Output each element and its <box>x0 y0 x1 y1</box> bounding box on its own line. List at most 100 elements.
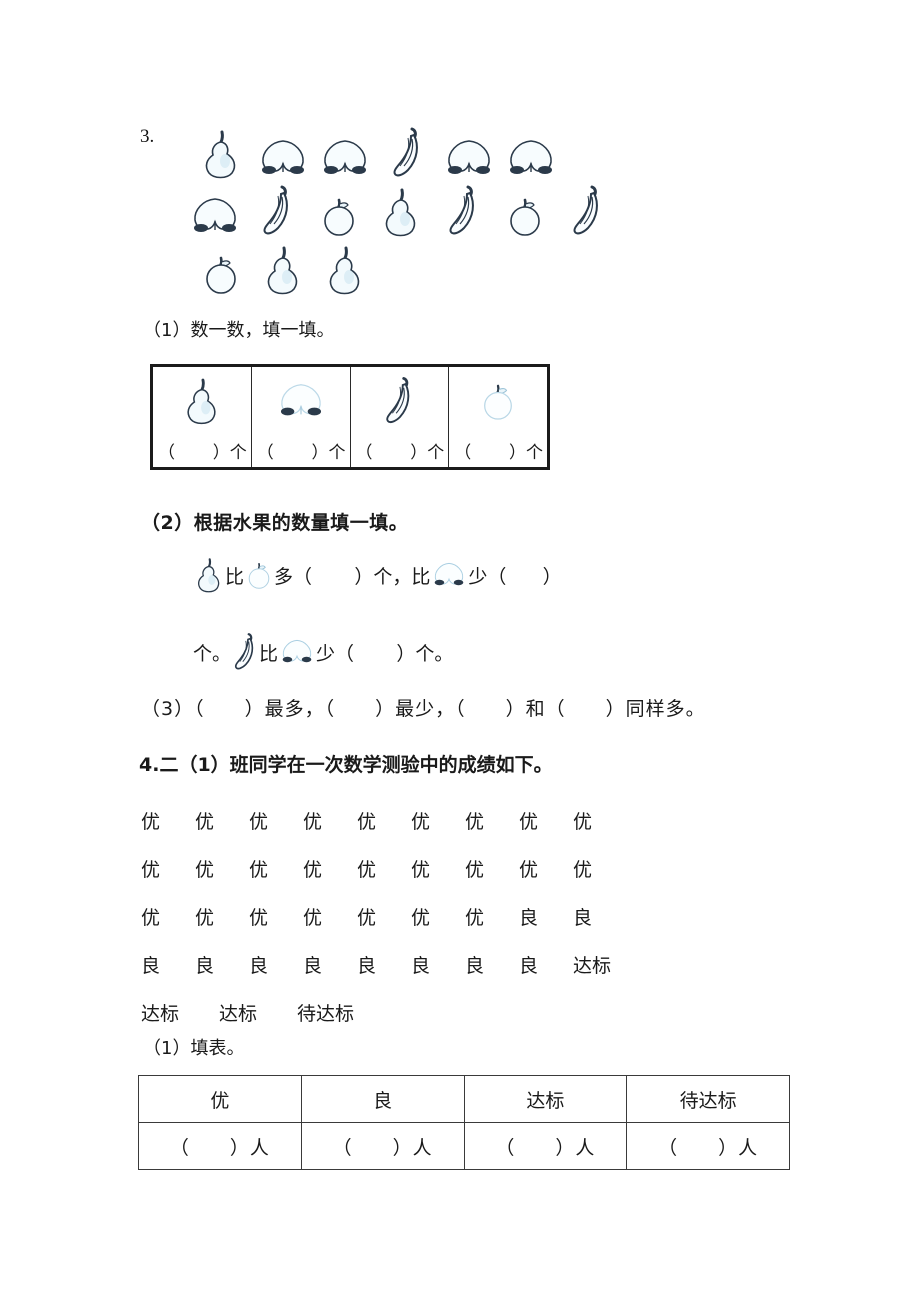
answer-blank[interactable]: （ ）个 <box>454 438 543 463</box>
blank-close-unit: ）个 <box>410 443 445 463</box>
grade-item: 优 <box>249 858 269 881</box>
grade-item: 优 <box>411 906 431 929</box>
answer-blank[interactable] <box>354 641 396 663</box>
blank-open-paren: （ <box>454 443 472 463</box>
grade-item: 优 <box>573 858 593 881</box>
banana-icon <box>232 632 258 672</box>
grade-item: 优 <box>573 810 593 833</box>
grade-row: 达标 达标 待达标 <box>141 988 741 1036</box>
peach-icon <box>314 136 376 180</box>
grade-item: 良 <box>303 954 323 977</box>
apple-icon <box>494 194 556 238</box>
blank-close-unit: ）个 <box>311 443 346 463</box>
grade-item: 优 <box>141 906 161 929</box>
grade-row: 优 优 优 优 优 优 优 良 良 <box>141 892 741 940</box>
table-row: （ ）人 （ ）人 （ ）人 （ ）人 <box>138 1122 790 1170</box>
grade-item: 优 <box>249 810 269 833</box>
question-3-2-line-1: 比 多（ ）个，比 少（ ） <box>193 556 562 594</box>
answer-blank[interactable] <box>312 564 354 586</box>
grade-item: 优 <box>465 906 485 929</box>
header-cell-excellent: 优 <box>138 1075 302 1123</box>
peach-icon <box>431 560 467 590</box>
peach-icon <box>279 637 315 667</box>
header-cell-good: 良 <box>300 1075 465 1123</box>
table-cell-pear: （ ）个 <box>153 367 252 467</box>
grade-item: 优 <box>249 906 269 929</box>
text-end-paren: ） <box>542 565 562 588</box>
answer-blank[interactable] <box>506 564 542 586</box>
grade-item: 优 <box>195 906 215 929</box>
fruit-row <box>184 180 822 238</box>
question-4-heading: 4.二（1）班同学在一次数学测验中的成绩如下。 <box>139 754 553 776</box>
blank-open-paren: （ <box>256 443 274 463</box>
grade-item: 优 <box>411 810 431 833</box>
banana-icon <box>556 184 618 238</box>
text-bi: 比 <box>259 642 279 665</box>
blank-open-paren: （ <box>355 443 373 463</box>
text-ge: 个。 <box>193 642 232 665</box>
text-duo: 多（ <box>274 565 313 588</box>
grade-item: 优 <box>303 810 323 833</box>
text-bi: 比 <box>225 565 245 588</box>
grade-item: 优 <box>465 810 485 833</box>
table-cell-banana: （ ）个 <box>351 367 450 467</box>
grade-row: 优 优 优 优 优 优 优 优 优 <box>141 796 741 844</box>
pear-icon <box>194 556 224 594</box>
grade-item: 优 <box>357 858 377 881</box>
pear-icon <box>190 128 252 180</box>
grade-item: 优 <box>411 858 431 881</box>
question-3-2-label: （2）根据水果的数量填一填。 <box>141 512 409 534</box>
pear-icon <box>314 244 376 296</box>
grade-row: 优 优 优 优 优 优 优 优 优 <box>141 844 741 892</box>
grade-item: 达标 <box>141 1002 180 1025</box>
grade-item: 达标 <box>573 954 612 977</box>
grade-list: 优 优 优 优 优 优 优 优 优 优 优 优 优 优 优 优 优 优 优 优 … <box>141 796 741 1036</box>
grade-item: 优 <box>141 810 161 833</box>
grade-item: 良 <box>357 954 377 977</box>
header-cell-pass: 达标 <box>463 1075 628 1123</box>
grade-item: 优 <box>519 810 539 833</box>
grade-count-table: 优 良 达标 待达标 （ ）人 （ ）人 （ ）人 （ ）人 <box>138 1075 790 1170</box>
grade-item: 优 <box>303 906 323 929</box>
blank-close-unit: ）个 <box>212 443 247 463</box>
answer-blank[interactable]: （ ）人 <box>300 1122 465 1170</box>
answer-blank[interactable]: （ ）个 <box>356 438 445 463</box>
grade-item: 优 <box>357 810 377 833</box>
answer-blank[interactable]: （ ）人 <box>463 1122 628 1170</box>
question-4-1-label: （1）填表。 <box>143 1038 245 1059</box>
answer-blank[interactable]: （ ）个 <box>158 438 247 463</box>
text-end: ）个。 <box>396 642 454 665</box>
grade-item: 良 <box>249 954 269 977</box>
fruit-illustration-group <box>182 122 822 296</box>
answer-blank[interactable]: （ ）人 <box>138 1122 302 1170</box>
pear-icon <box>153 373 251 429</box>
fruit-row <box>190 122 822 180</box>
answer-blank[interactable]: （ ）个 <box>257 438 346 463</box>
grade-item: 优 <box>357 906 377 929</box>
peach-icon <box>252 373 350 429</box>
text-shao: 少（ <box>316 642 355 665</box>
peach-icon <box>184 194 246 238</box>
apple-icon <box>308 194 370 238</box>
grade-item: 良 <box>465 954 485 977</box>
grade-item: 良 <box>519 954 539 977</box>
fruit-count-table: （ ）个 （ ）个 （ ）个 （ ）个 <box>150 364 550 470</box>
grade-item: 良 <box>411 954 431 977</box>
table-cell-peach: （ ）个 <box>252 367 351 467</box>
grade-item: 良 <box>573 906 593 929</box>
apple-icon <box>449 373 547 429</box>
banana-icon <box>376 126 438 180</box>
banana-icon <box>246 184 308 238</box>
peach-icon <box>438 136 500 180</box>
worksheet-page: 3. （1）数一数，填一填。 （ ）个 （ ）个 （ ）个 （ ）个 （2）根据… <box>0 0 920 1302</box>
apple-icon <box>190 252 252 296</box>
grade-item: 优 <box>465 858 485 881</box>
grade-item: 优 <box>303 858 323 881</box>
text-ge-comma: ）个，比 <box>354 565 431 588</box>
question-3-3-line: （3）（ ）最多，（ ）最少，（ ）和（ ）同样多。 <box>141 698 706 720</box>
apple-icon <box>245 559 273 591</box>
grade-item: 待达标 <box>297 1002 355 1025</box>
answer-blank[interactable]: （ ）人 <box>626 1122 790 1170</box>
grade-item: 优 <box>195 810 215 833</box>
grade-item: 达标 <box>219 1002 258 1025</box>
